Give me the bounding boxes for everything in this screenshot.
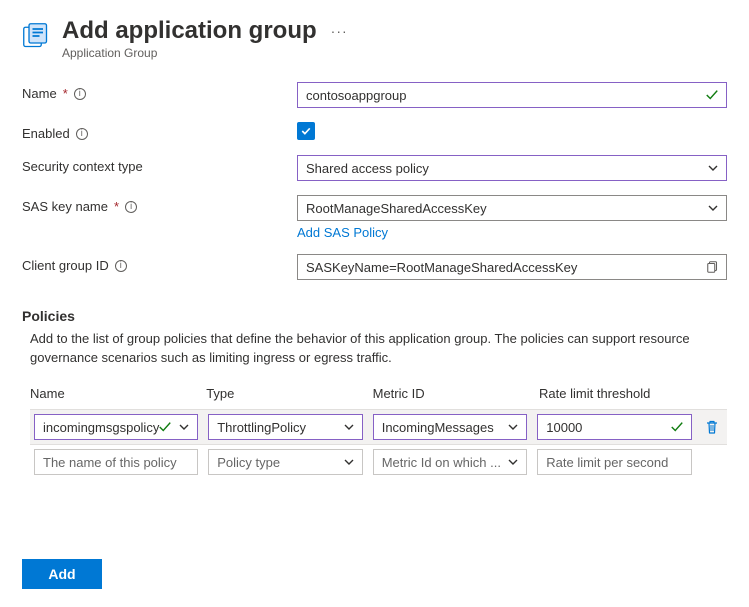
client-group-id-input[interactable]: [297, 254, 727, 280]
policy-name-input[interactable]: [34, 414, 198, 440]
policy-row: [30, 409, 727, 445]
policies-heading: Policies: [22, 308, 727, 324]
page-title: Add application group: [62, 18, 317, 44]
col-header-rate: Rate limit threshold: [539, 386, 695, 401]
valid-check-icon: [158, 420, 172, 434]
more-actions-button[interactable]: ···: [331, 23, 348, 39]
delete-row-button[interactable]: [702, 417, 722, 437]
row-security-context: Security context type: [22, 155, 727, 181]
page-header: Add application group ··· Application Gr…: [22, 18, 727, 60]
info-icon[interactable]: i: [76, 128, 88, 140]
valid-check-icon: [705, 88, 719, 102]
add-sas-policy-link[interactable]: Add SAS Policy: [297, 225, 727, 240]
label-sas-key: SAS key name: [22, 199, 108, 214]
label-name: Name: [22, 86, 57, 101]
policy-metric-select[interactable]: [373, 414, 528, 440]
label-client-group-id: Client group ID: [22, 258, 109, 273]
name-input[interactable]: [297, 82, 727, 108]
enabled-checkbox[interactable]: [297, 122, 315, 140]
col-header-type: Type: [206, 386, 362, 401]
label-security-context: Security context type: [22, 159, 143, 174]
page-subtitle: Application Group: [62, 46, 348, 60]
policy-type-select[interactable]: [208, 414, 363, 440]
col-header-metric: Metric ID: [373, 386, 529, 401]
policy-rate-input[interactable]: [537, 414, 692, 440]
security-context-select[interactable]: [297, 155, 727, 181]
row-enabled: Enabled i: [22, 122, 727, 141]
row-sas-key: SAS key name * i Add SAS Policy: [22, 195, 727, 240]
policy-name-input[interactable]: [34, 449, 198, 475]
row-name: Name * i: [22, 82, 727, 108]
policies-description: Add to the list of group policies that d…: [30, 330, 710, 368]
col-header-name: Name: [30, 386, 196, 401]
policy-row-empty: [30, 445, 727, 479]
grid-header: Name Type Metric ID Rate limit threshold: [30, 386, 727, 401]
row-client-group-id: Client group ID i: [22, 254, 727, 280]
policies-grid: Name Type Metric ID Rate limit threshold: [30, 386, 727, 479]
required-star: *: [114, 199, 119, 214]
policy-type-select[interactable]: [208, 449, 363, 475]
info-icon[interactable]: i: [74, 88, 86, 100]
app-group-icon: [22, 22, 50, 50]
policy-metric-select[interactable]: [373, 449, 528, 475]
valid-check-icon: [670, 420, 684, 434]
add-button[interactable]: Add: [22, 559, 102, 589]
required-star: *: [63, 86, 68, 101]
info-icon[interactable]: i: [115, 260, 127, 272]
copy-button[interactable]: [703, 257, 723, 277]
label-enabled: Enabled: [22, 126, 70, 141]
info-icon[interactable]: i: [125, 201, 137, 213]
sas-key-select[interactable]: [297, 195, 727, 221]
policy-rate-input[interactable]: [537, 449, 692, 475]
